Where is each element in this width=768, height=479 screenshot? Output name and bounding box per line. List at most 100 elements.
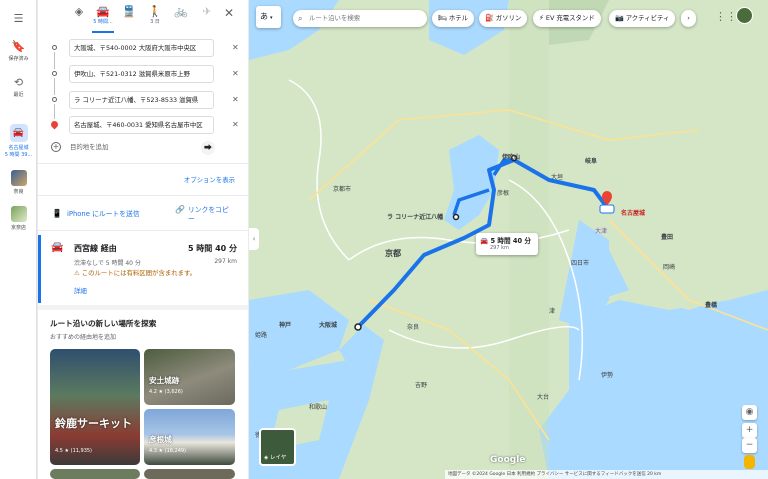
plus-icon: + <box>745 425 754 435</box>
search-along-route-input[interactable]: ⌕ ルート沿いを検索 <box>293 10 427 27</box>
zoom-in-button[interactable]: + <box>742 423 757 438</box>
route-details-link[interactable]: 詳細 <box>74 286 87 295</box>
location-icon: ◉ <box>745 407 754 417</box>
minus-icon: − <box>745 440 754 450</box>
map-label-toyota: 豊田 <box>661 234 674 241</box>
mode-active-indicator <box>92 31 114 33</box>
map-label-wakayama: 和歌山 <box>309 404 328 411</box>
route-bubble[interactable]: 🚘 5 時間 40 分 297 km <box>476 233 538 255</box>
directions-panel: ◈ 🚘 5 時間... 🚆 🚶 3 日 🚲 ✈ ✕ 大阪城、〒540-0002 大阪… <box>38 0 248 479</box>
stop-input-3[interactable]: ラ コリーナ近江八幡、〒523-8533 滋賀県 <box>69 91 214 109</box>
suggestion-title: 彦根城 <box>149 435 172 444</box>
stop-input-2[interactable]: 伊吹山、〒521-0312 滋賀県米原市上野 <box>69 65 214 83</box>
recent-place-nara[interactable]: 奈良 <box>0 170 37 195</box>
route-traffic: 渋滞なしで 5 時間 40 分 <box>74 260 141 267</box>
zoom-out-button[interactable]: − <box>742 438 757 453</box>
chip-gas[interactable]: ⛽ ガソリン <box>479 10 528 27</box>
mode-transit[interactable]: 🚆 <box>118 6 140 18</box>
chevron-down-icon: ▾ <box>270 15 273 21</box>
saved-label: 保存済み <box>8 56 29 62</box>
stop-input-1[interactable]: 大阪城、〒540-0002 大阪府大阪市中央区 <box>69 39 214 57</box>
divider <box>38 230 248 231</box>
close-icon[interactable]: ✕ <box>222 6 236 20</box>
car-icon: 🚘 <box>480 237 491 245</box>
search-placeholder: ルート沿いを検索 <box>309 14 361 22</box>
warning-icon: ⚠ <box>74 269 82 277</box>
route-line <box>54 52 55 69</box>
stop-input-4[interactable]: 名古屋城、〒460-0031 愛知県名古屋市中区 <box>69 116 214 134</box>
toll-warning: ⚠ このルートには有料区間が含まれます。 <box>74 268 196 277</box>
explore-title: ルート沿いの新しい場所を探索 <box>50 319 157 328</box>
link-icon: 🔗 <box>175 205 185 214</box>
my-location-button[interactable]: ◉ <box>742 405 757 420</box>
suggestion-card-partial[interactable] <box>50 469 140 479</box>
divider <box>38 163 248 164</box>
layers-button[interactable]: ◈ レイヤ <box>259 428 296 466</box>
chip-ev[interactable]: ⚡ EV 充電スタンド <box>533 10 601 27</box>
send-to-phone-label: iPhone にルートを送信 <box>66 210 140 218</box>
show-options-link[interactable]: オプションを表示 <box>184 175 235 184</box>
remove-stop-icon[interactable]: ✕ <box>232 69 239 78</box>
active-trip-button[interactable]: 🚘 名古屋城 5 時間 39... <box>0 124 37 158</box>
mode-drive[interactable]: 🚘 5 時間... <box>92 5 114 26</box>
travel-mode-bar: ◈ 🚘 5 時間... 🚆 🚶 3 日 🚲 ✈ ✕ <box>38 0 248 34</box>
remove-stop-icon[interactable]: ✕ <box>232 120 239 129</box>
mode-walk[interactable]: 🚶 3 日 <box>144 6 166 26</box>
recent-label: 最近 <box>13 92 24 98</box>
suggestion-rating: 4.3 ★ (18,249) <box>149 448 187 454</box>
map-canvas[interactable]: 伊吹山 京都 大阪城 ラ コリーナ近江八幡 名古屋城 岐阜 大垣 彦根 豊田 岡… <box>249 0 768 479</box>
add-destination-label: 目的地を追加 <box>70 143 109 151</box>
chip-scroll-right[interactable]: › <box>681 10 696 27</box>
input-method-button[interactable]: あ ▾ <box>256 6 281 28</box>
chip-label: ガソリン <box>495 14 522 22</box>
mode-best[interactable]: ◈ <box>68 6 90 18</box>
avatar[interactable] <box>736 7 753 24</box>
saved-button[interactable]: 🔖 保存済み <box>0 40 37 62</box>
route-option[interactable]: 🚘 西宮線 経由 5 時間 40 分 渋滞なしで 5 時間 40 分 297 k… <box>38 235 248 303</box>
train-icon: 🚆 <box>122 5 136 18</box>
diamond-icon: ◈ <box>74 5 84 18</box>
car-icon: 🚘 <box>96 5 110 18</box>
chip-activity[interactable]: 📷 アクティビティ <box>609 10 676 27</box>
menu-button[interactable]: ☰ <box>0 12 37 27</box>
collapse-panel-button[interactable]: ‹ <box>249 228 259 250</box>
map-label-nara: 奈良 <box>407 324 420 331</box>
route-line <box>54 78 55 95</box>
add-destination-row[interactable]: + 目的地を追加 <box>51 142 108 152</box>
divider <box>38 195 248 196</box>
suggestion-card[interactable]: 鈴鹿サーキット 4.5 ★ (11,935) <box>50 349 140 465</box>
turn-by-turn-icon[interactable]: ⮕ <box>201 141 215 155</box>
remove-stop-icon[interactable]: ✕ <box>232 95 239 104</box>
gas-station-icon: ⛽ <box>485 14 494 22</box>
bike-icon: 🚲 <box>174 5 188 18</box>
remove-stop-icon[interactable]: ✕ <box>232 43 239 52</box>
phone-icon: 📱 <box>52 209 62 218</box>
pegman-icon[interactable] <box>744 455 755 469</box>
apps-grid-icon[interactable]: ⋮⋮ <box>715 10 737 23</box>
suggestion-title: 安土城跡 <box>149 376 180 385</box>
chip-label: アクティビティ <box>625 14 670 22</box>
send-to-phone-link[interactable]: 📱 iPhone にルートを送信 <box>52 208 140 218</box>
suggestion-rating: 4.2 ★ (3,626) <box>149 389 183 395</box>
map-label-odai: 大台 <box>537 394 550 401</box>
copy-link[interactable]: 🔗 リンクをコピ ー <box>175 205 229 224</box>
suggestion-card[interactable]: 彦根城 4.3 ★ (18,249) <box>144 409 235 465</box>
suggestion-card[interactable]: 安土城跡 4.2 ★ (3,626) <box>144 349 235 405</box>
destination-pin-icon <box>49 119 60 130</box>
toll-warning-text: このルートには有料区間が含まれます。 <box>81 269 197 277</box>
chevron-left-icon: ‹ <box>252 235 256 243</box>
bubble-duration-text: 5 時間 40 分 <box>490 237 531 245</box>
map-label-toyohashi: 豊橋 <box>705 302 718 309</box>
explore-subtitle: おすすめの経由地を追加 <box>50 334 117 341</box>
mode-drive-label: 5 時間... <box>93 19 113 25</box>
mode-bike[interactable]: 🚲 <box>170 6 192 18</box>
recent-button[interactable]: ⟲ 最近 <box>0 76 37 98</box>
suggestion-card-partial[interactable] <box>144 469 235 479</box>
copy-link-label-2: ー <box>188 215 195 223</box>
chip-label: EV 充電スタンド <box>545 14 595 22</box>
recent-place-2[interactable]: 京奈店 <box>0 206 37 231</box>
chip-hotel[interactable]: 🛏 ホテル <box>432 10 475 27</box>
map-label-ibuki: 伊吹山 <box>502 154 521 161</box>
mode-flight[interactable]: ✈ <box>196 6 218 18</box>
google-logo: Google <box>490 455 526 465</box>
